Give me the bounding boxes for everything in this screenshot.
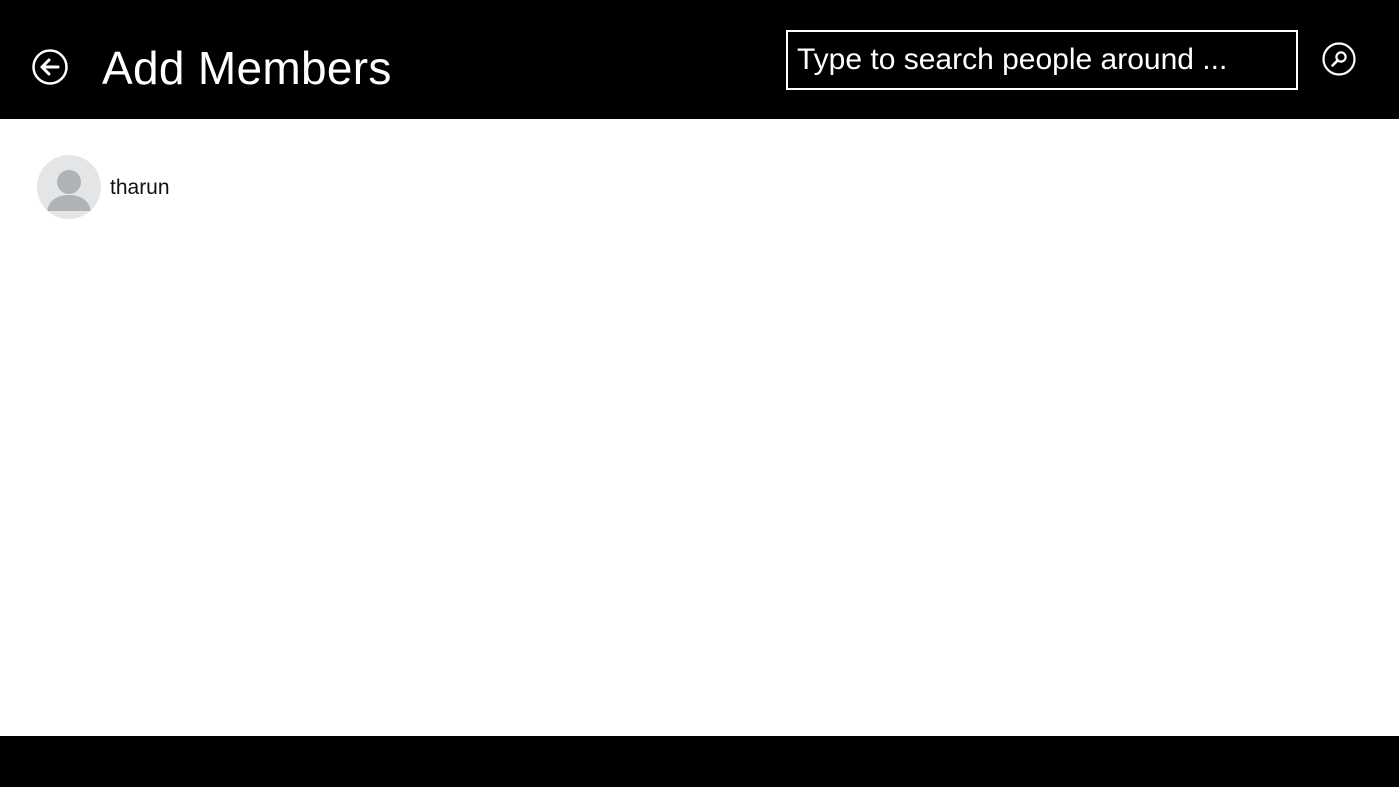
bottom-app-bar <box>0 736 1399 787</box>
search-box[interactable] <box>786 30 1298 90</box>
avatar <box>37 155 101 219</box>
member-list-item[interactable]: tharun <box>37 155 337 219</box>
search-circle-icon <box>1322 42 1356 76</box>
member-name: tharun <box>110 176 170 199</box>
search-button[interactable] <box>1321 41 1357 77</box>
back-button[interactable] <box>31 48 69 86</box>
page-title: Add Members <box>102 42 392 94</box>
add-members-page: Add Members tharun <box>0 0 1399 787</box>
back-arrow-circle-icon <box>32 49 68 85</box>
members-list: tharun <box>0 119 1399 736</box>
search-input[interactable] <box>788 32 1288 88</box>
header-bar: Add Members <box>0 0 1399 119</box>
default-person-icon <box>47 170 91 211</box>
